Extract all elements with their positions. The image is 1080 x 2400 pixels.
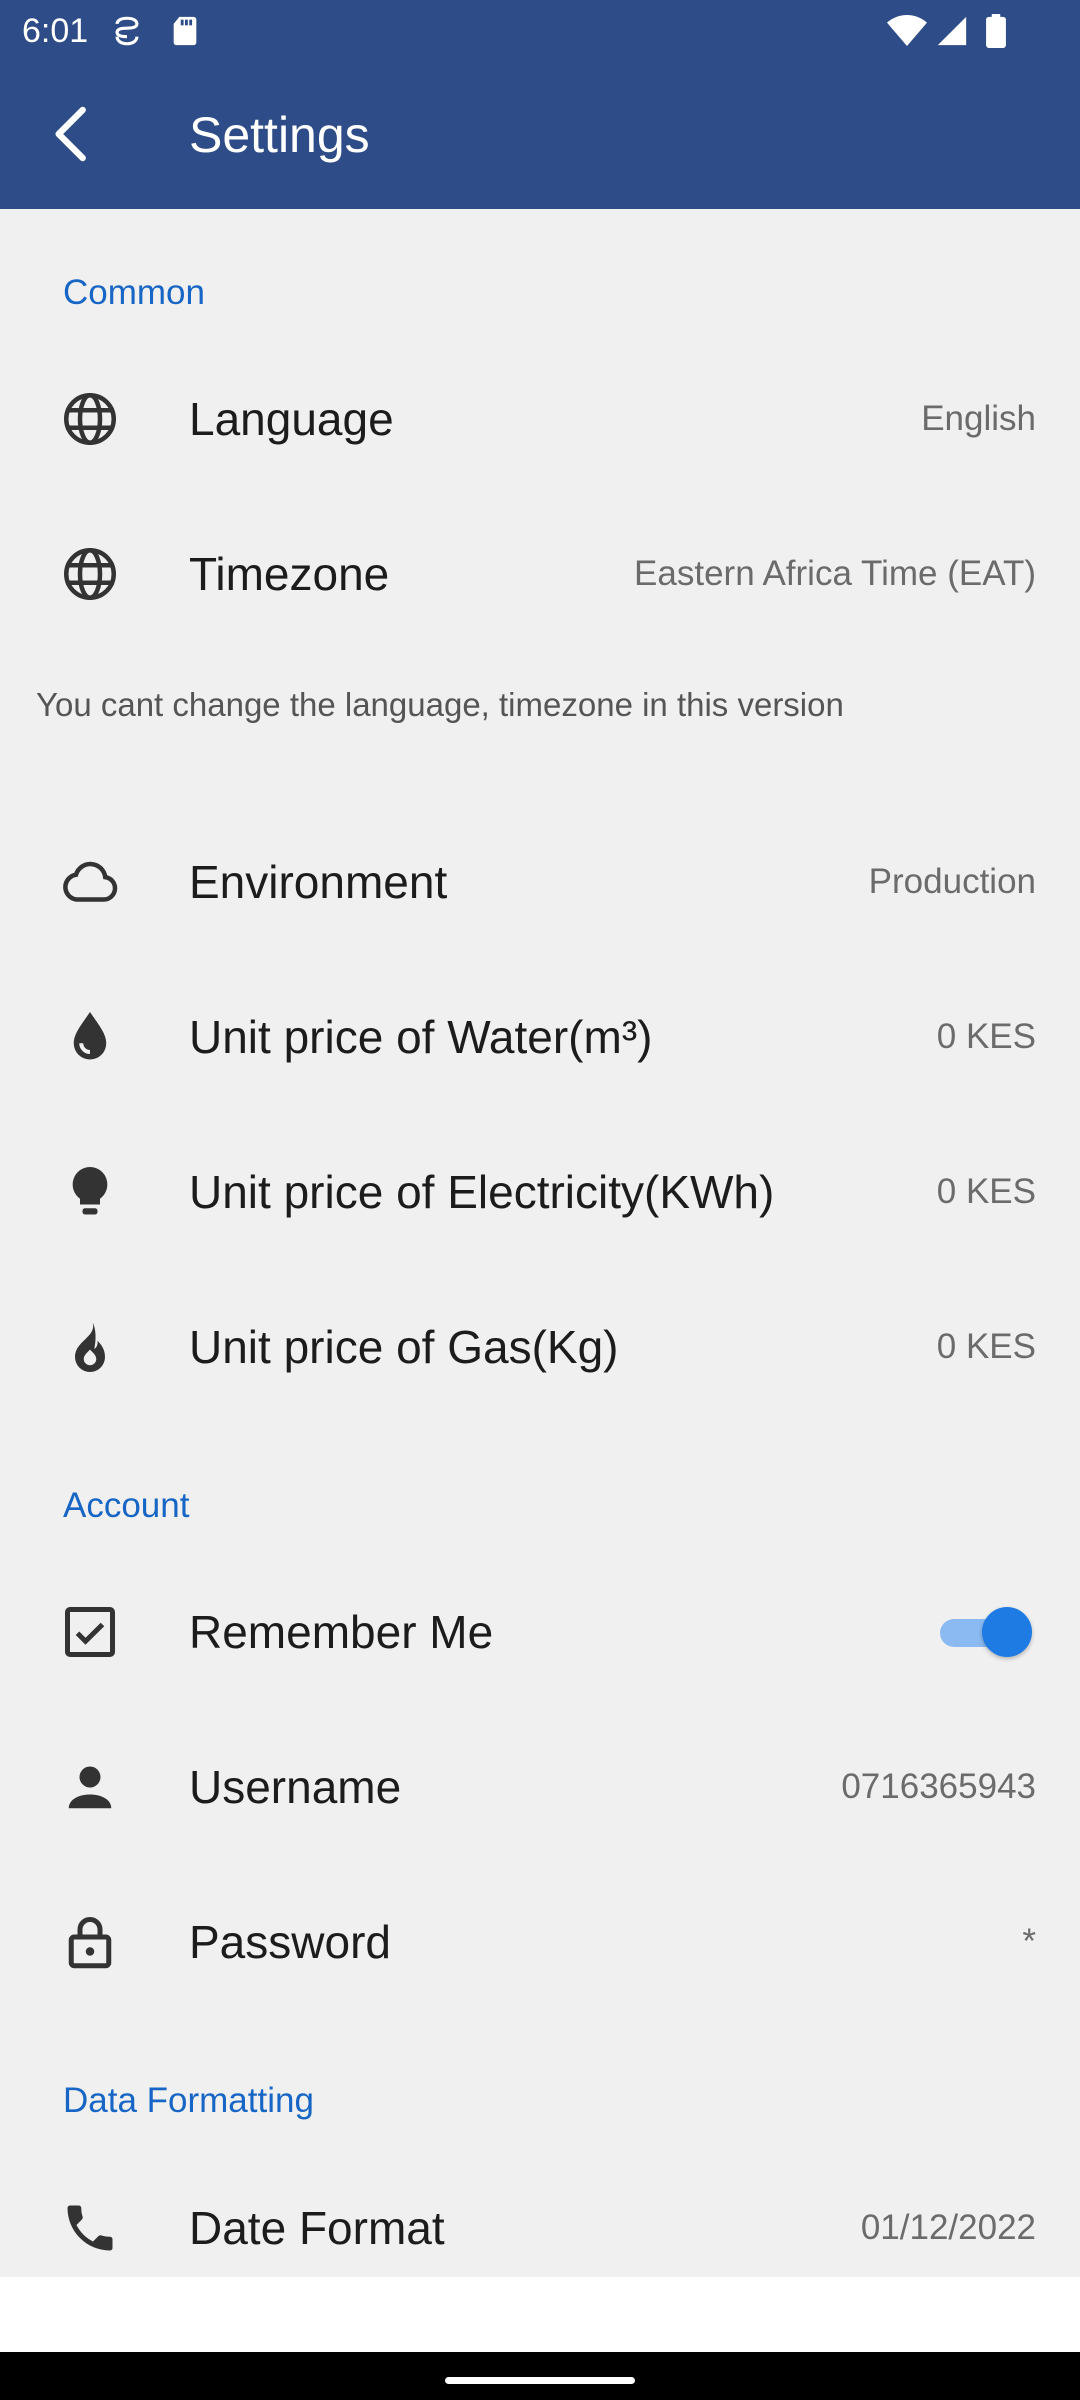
settings-list: Common Language English Timezone Eastern… — [0, 209, 1080, 2277]
setting-username[interactable]: Username 0716365943 — [0, 1710, 1080, 1864]
globe-icon — [64, 548, 116, 600]
cloud-icon — [63, 861, 118, 902]
app-bar: Settings — [0, 62, 1080, 209]
setting-remember-me[interactable]: Remember Me — [0, 1555, 1080, 1709]
battery-icon — [986, 14, 1006, 48]
status-bar: 6:01 — [0, 0, 1080, 62]
wifi-icon — [887, 15, 927, 46]
setting-value: * — [1022, 1922, 1036, 1961]
signal-icon — [937, 16, 967, 46]
setting-water-price[interactable]: Unit price of Water(m³) 0 KES — [0, 960, 1080, 1114]
remember-me-toggle[interactable] — [936, 1606, 1032, 1658]
section-header-data-formatting: Data Formatting — [63, 2081, 314, 2120]
setting-value: English — [921, 399, 1036, 438]
flame-icon — [75, 1322, 105, 1372]
screenshot-icon — [115, 16, 139, 46]
setting-timezone[interactable]: Timezone Eastern Africa Time (EAT) — [0, 497, 1080, 651]
phone-icon — [67, 2205, 113, 2251]
section-header-common: Common — [63, 273, 205, 312]
setting-label: Environment — [189, 856, 448, 908]
setting-password[interactable]: Password * — [0, 1865, 1080, 2019]
person-icon — [68, 1766, 112, 1809]
setting-label: Remember Me — [189, 1606, 494, 1658]
status-time: 6:01 — [22, 12, 89, 50]
setting-value: Production — [868, 862, 1036, 901]
lightbulb-icon — [72, 1167, 108, 1215]
setting-label: Date Format — [189, 2202, 445, 2254]
setting-electricity-price[interactable]: Unit price of Electricity(KWh) 0 KES — [0, 1115, 1080, 1269]
setting-label: Unit price of Electricity(KWh) — [189, 1166, 775, 1218]
lock-icon — [68, 1917, 112, 1969]
setting-value: Eastern Africa Time (EAT) — [634, 554, 1036, 593]
setting-environment[interactable]: Environment Production — [0, 805, 1080, 959]
water-drop-icon — [73, 1012, 107, 1060]
setting-label: Unit price of Gas(Kg) — [189, 1321, 619, 1373]
setting-value: 0 KES — [936, 1017, 1036, 1056]
checkbox-checked-icon — [65, 1607, 115, 1657]
navigation-bar — [0, 2352, 1080, 2400]
setting-label: Password — [189, 1916, 391, 1968]
setting-gas-price[interactable]: Unit price of Gas(Kg) 0 KES — [0, 1270, 1080, 1424]
setting-value: 0716365943 — [841, 1767, 1036, 1806]
globe-icon — [64, 393, 116, 445]
setting-date-format[interactable]: Date Format 01/12/2022 — [0, 2151, 1080, 2305]
arrow-back-icon[interactable] — [40, 102, 104, 166]
home-gesture-handle[interactable] — [445, 2377, 635, 2384]
section-header-account: Account — [63, 1486, 190, 1525]
language-timezone-note: You cant change the language, timezone i… — [36, 686, 844, 723]
setting-value: 01/12/2022 — [860, 2208, 1036, 2247]
setting-label: Username — [189, 1761, 402, 1813]
setting-value: 0 KES — [936, 1172, 1036, 1211]
setting-value: 0 KES — [936, 1327, 1036, 1366]
setting-language[interactable]: Language English — [0, 342, 1080, 496]
setting-label: Timezone — [189, 548, 390, 600]
sd-card-icon — [173, 16, 197, 46]
setting-label: Unit price of Water(m³) — [189, 1011, 653, 1063]
page-title: Settings — [189, 107, 370, 163]
toggle-thumb — [982, 1607, 1032, 1657]
setting-label: Language — [189, 393, 394, 445]
